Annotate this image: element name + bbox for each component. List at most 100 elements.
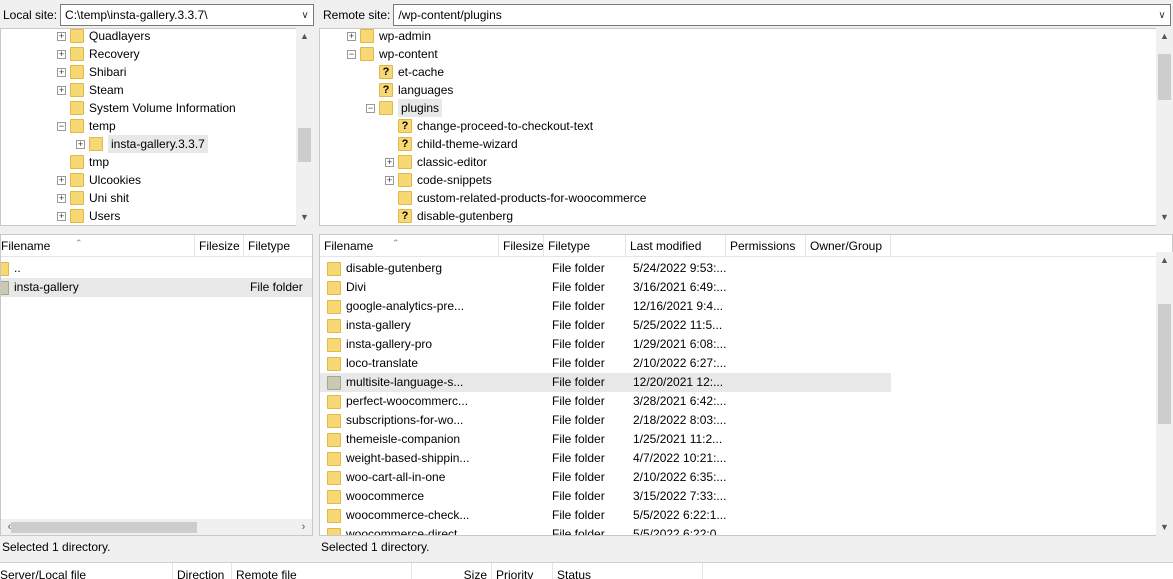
file-row[interactable]: subscriptions-for-wo... File folder 2/18/2… (320, 411, 891, 430)
remote-tree-item[interactable]: − plugins (366, 99, 443, 117)
column-header-server-local-file[interactable]: Server/Local file (0, 563, 173, 579)
scrollbar-thumb[interactable] (11, 522, 197, 533)
column-header-filesize[interactable]: Filesize (195, 235, 244, 257)
column-header-remote-file[interactable]: Remote file (232, 563, 412, 579)
scroll-up-icon[interactable]: ▲ (1156, 252, 1173, 269)
file-row[interactable]: insta-gallery File folder (1, 278, 312, 297)
remote-tree-item[interactable]: + wp-admin (347, 29, 431, 45)
remote-file-list[interactable]: Filename ⌃ Filesize Filetype Last modifi… (319, 234, 1173, 536)
scroll-right-icon[interactable]: › (295, 519, 312, 535)
scroll-up-icon[interactable]: ▲ (1156, 28, 1173, 45)
file-row[interactable]: multisite-language-s... File folder 12/20/… (320, 373, 891, 392)
local-tree-item[interactable]: + Quadlayers (57, 29, 150, 45)
column-header-direction[interactable]: Direction (173, 563, 232, 579)
expand-icon[interactable]: + (385, 157, 394, 167)
remote-tree-item[interactable]: + code-snippets (385, 171, 492, 189)
remote-tree-scrollbar[interactable]: ▲ ▼ (1156, 28, 1173, 226)
file-row[interactable]: woocommerce-check... File folder 5/5/2022 … (320, 506, 891, 525)
remote-tree-item[interactable]: − wp-content (347, 45, 438, 63)
local-tree-item[interactable]: + insta-gallery.3.3.7 (76, 135, 208, 153)
remote-tree-item[interactable]: ? et-cache (366, 63, 444, 81)
expand-icon[interactable]: + (57, 85, 66, 95)
expand-icon[interactable]: + (76, 139, 85, 149)
file-row[interactable]: woo-cart-all-in-one File folder 2/10/2022 … (320, 468, 891, 487)
file-row[interactable]: disable-gutenberg File folder 5/24/2022 9:… (320, 259, 891, 278)
local-tree-item[interactable]: + Users (57, 207, 120, 225)
file-row[interactable]: weight-based-shippin... File folder 4/7/20… (320, 449, 891, 468)
scroll-down-icon[interactable]: ▼ (296, 209, 313, 226)
remote-site-path-input[interactable]: /wp-content/plugins ∨ (393, 4, 1171, 26)
column-header-last-modified[interactable]: Last modified (626, 235, 726, 257)
remote-tree-item[interactable]: ? change-proceed-to-checkout-text (385, 117, 593, 135)
expand-icon[interactable]: + (57, 193, 66, 203)
expand-icon[interactable]: + (57, 67, 66, 77)
file-row[interactable]: google-analytics-pre... File folder 12/16/… (320, 297, 891, 316)
remote-directory-tree[interactable]: + wp-admin − wp-content? et-cache? languages −… (319, 28, 1173, 226)
file-row[interactable]: insta-gallery-pro File folder 1/29/2021 6:… (320, 335, 891, 354)
column-header-size[interactable]: Size (412, 563, 492, 579)
collapse-icon[interactable]: − (57, 121, 66, 131)
local-file-list[interactable]: Filename ⌃ Filesize Filetype .. insta-gal… (0, 234, 313, 536)
expand-icon[interactable]: + (57, 31, 66, 41)
column-header-status[interactable]: Status (553, 563, 703, 579)
file-row[interactable]: insta-gallery File folder 5/25/2022 11:5..… (320, 316, 891, 335)
file-row[interactable]: perfect-woocommerc... File folder 3/28/202… (320, 392, 891, 411)
remote-tree-item[interactable]: ? languages (366, 81, 453, 99)
file-name-cell: woocommerce-check... (327, 506, 499, 525)
scroll-down-icon[interactable]: ▼ (1156, 519, 1173, 536)
local-tree-item[interactable]: + Uni shit (57, 189, 129, 207)
local-tree-item[interactable]: + Steam (57, 81, 124, 99)
tree-item-label: Uni shit (89, 191, 130, 205)
column-header-filetype[interactable]: Filetype (244, 235, 312, 257)
column-header-filetype[interactable]: Filetype (544, 235, 626, 257)
column-header-filename[interactable]: Filename ⌃ (1, 235, 195, 257)
column-header-filesize[interactable]: Filesize (499, 235, 544, 257)
local-file-list-hscrollbar[interactable]: ‹ › (1, 519, 312, 535)
tree-item-label: classic-editor (417, 155, 488, 169)
file-row[interactable]: .. (1, 259, 312, 278)
local-tree-item[interactable]: − temp (57, 117, 116, 135)
expand-icon[interactable]: + (57, 175, 66, 185)
file-row[interactable]: woocommerce-direct... File folder 5/5/2022… (320, 525, 891, 535)
file-row[interactable]: Divi File folder 3/16/2021 6:49:... (320, 278, 891, 297)
scroll-down-icon[interactable]: ▼ (1156, 209, 1173, 226)
column-header-priority[interactable]: Priority (492, 563, 553, 579)
remote-tree-item[interactable]: + classic-editor (385, 153, 487, 171)
local-tree-scrollbar[interactable]: ▲ ▼ (296, 28, 313, 226)
file-type: File folder (552, 394, 605, 408)
local-tree-item[interactable]: System Volume Information (57, 99, 236, 117)
expand-icon[interactable]: + (57, 211, 66, 221)
local-tree-item[interactable]: tmp (57, 153, 109, 171)
local-site-path-input[interactable]: C:\temp\insta-gallery.3.3.7\ ∨ (60, 4, 314, 26)
local-tree-item[interactable]: + Shibari (57, 63, 126, 81)
scrollbar-thumb[interactable] (298, 128, 311, 162)
expand-icon[interactable]: + (347, 31, 356, 41)
scrollbar-thumb[interactable] (1158, 54, 1171, 100)
chevron-down-icon[interactable]: ∨ (297, 10, 313, 21)
file-row[interactable]: loco-translate File folder 2/10/2022 6:27:… (320, 354, 891, 373)
file-name: google-analytics-pre... (346, 299, 465, 313)
file-last-modified: 5/25/2022 11:5... (633, 318, 723, 332)
scroll-up-icon[interactable]: ▲ (296, 28, 313, 45)
file-row[interactable]: themeisle-companion File folder 1/25/2021 … (320, 430, 891, 449)
collapse-icon[interactable]: − (347, 49, 356, 59)
folder-icon (70, 209, 84, 223)
file-row[interactable]: woocommerce File folder 3/15/2022 7:33:... (320, 487, 891, 506)
expand-icon[interactable]: + (385, 175, 394, 185)
scrollbar-thumb[interactable] (1158, 304, 1171, 424)
expand-icon[interactable]: + (57, 49, 66, 59)
local-tree-item[interactable]: + Ulcookies (57, 171, 141, 189)
collapse-icon[interactable]: − (366, 103, 375, 113)
remote-tree-item[interactable]: custom-related-products-for-woocommerce (385, 189, 646, 207)
column-header-filename[interactable]: Filename ⌃ (320, 235, 499, 257)
remote-tree-item[interactable]: ? disable-gutenberg (385, 207, 513, 225)
remote-tree-item[interactable]: ? child-theme-wizard (385, 135, 518, 153)
chevron-down-icon[interactable]: ∨ (1154, 10, 1170, 21)
local-tree-item[interactable]: + Recovery (57, 45, 140, 63)
remote-file-list-scrollbar[interactable]: ▲ ▼ (1156, 252, 1173, 536)
column-header-permissions[interactable]: Permissions (726, 235, 806, 257)
file-last-modified: 2/18/2022 8:03:... (633, 413, 726, 427)
file-type: File folder (552, 261, 605, 275)
column-header-owner-group[interactable]: Owner/Group (806, 235, 891, 257)
local-directory-tree[interactable]: + Quadlayers + Recovery + Shibari + Steam System… (0, 28, 313, 226)
